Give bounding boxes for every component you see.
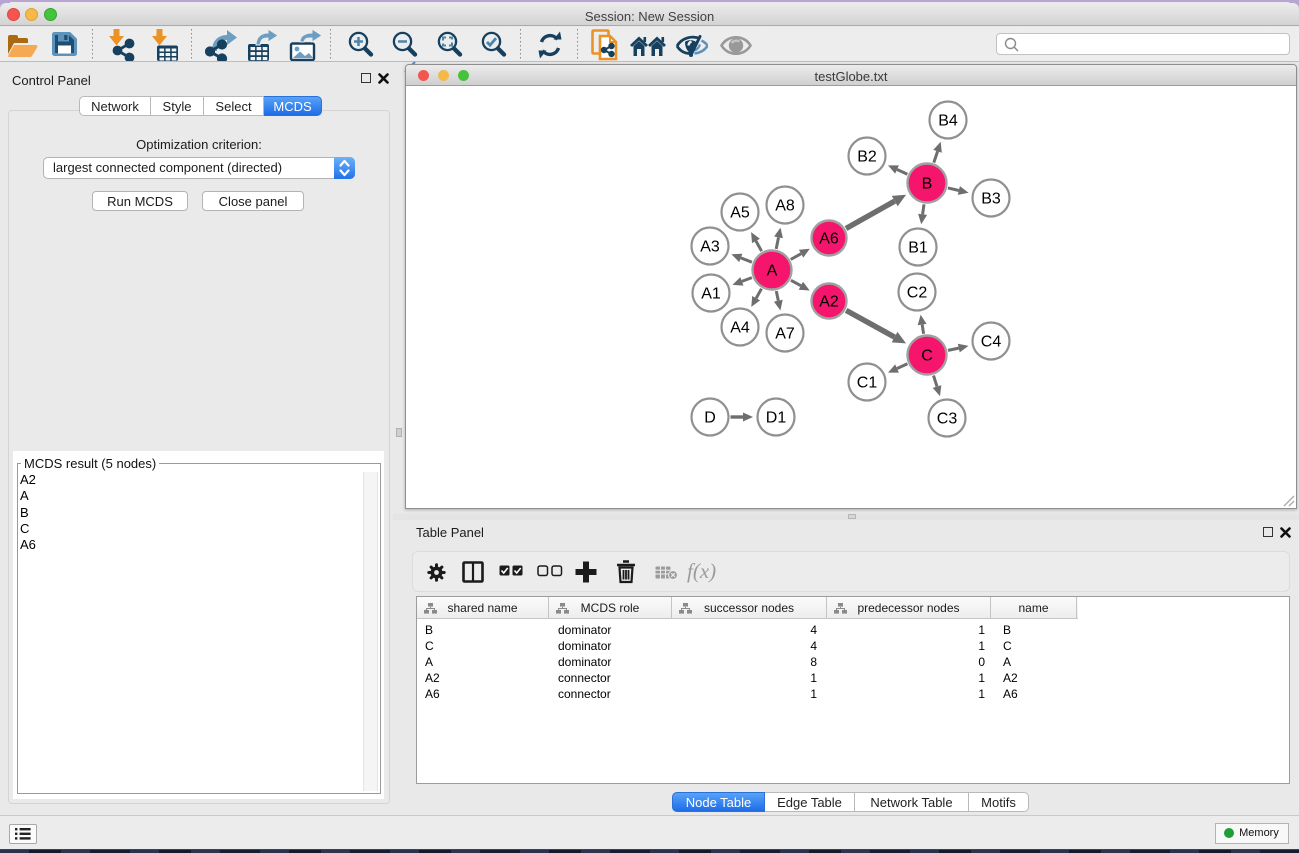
svg-text:A: A [767,263,778,280]
svg-text:D1: D1 [766,410,787,427]
svg-text:B1: B1 [908,240,928,257]
svg-text:B: B [922,176,933,193]
svg-text:A1: A1 [701,286,721,303]
svg-text:A4: A4 [730,320,750,337]
svg-text:C2: C2 [907,285,928,302]
svg-text:D: D [704,410,716,427]
svg-text:C4: C4 [981,334,1002,351]
svg-text:B4: B4 [938,113,958,130]
svg-text:C: C [921,348,933,365]
svg-text:A3: A3 [700,239,720,256]
svg-text:C3: C3 [937,411,958,428]
svg-text:A6: A6 [819,231,839,248]
svg-text:A5: A5 [730,205,750,222]
svg-text:A2: A2 [819,294,839,311]
svg-text:C1: C1 [857,375,878,392]
svg-text:B3: B3 [981,191,1001,208]
svg-text:A8: A8 [775,198,795,215]
svg-text:B2: B2 [857,149,877,166]
svg-text:A7: A7 [775,326,795,343]
